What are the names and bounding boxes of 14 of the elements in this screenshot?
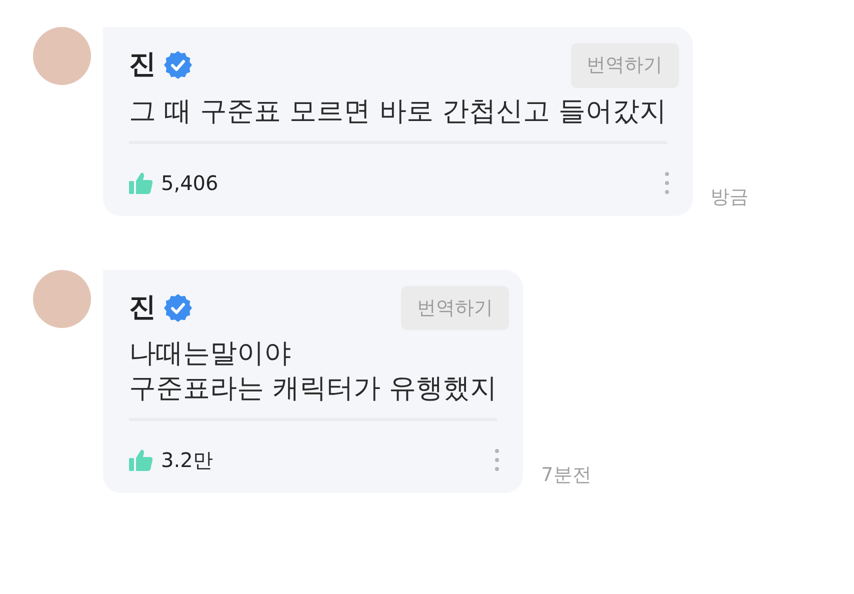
thumbs-up-icon[interactable]: [129, 449, 153, 472]
author-name: 진: [129, 290, 156, 325]
more-options-icon[interactable]: [495, 448, 500, 472]
author-name: 진: [129, 48, 156, 82]
timestamp: 7분전: [541, 462, 592, 488]
more-options-icon[interactable]: [664, 170, 668, 195]
timestamp: 방금: [710, 185, 748, 210]
like-count: 5,406: [161, 170, 218, 197]
translate-button[interactable]: 번역하기: [401, 286, 510, 330]
comment-text: 나때는말이야 구준표라는 캐릭터가 유행했지: [129, 336, 498, 422]
translate-button[interactable]: 번역하기: [570, 43, 678, 88]
thumbs-up-icon[interactable]: [129, 172, 153, 194]
comment-text: 그 때 구준표 모르면 바로 간첩신고 들어갔지: [129, 94, 666, 144]
like-count: 3.2만: [161, 447, 213, 474]
